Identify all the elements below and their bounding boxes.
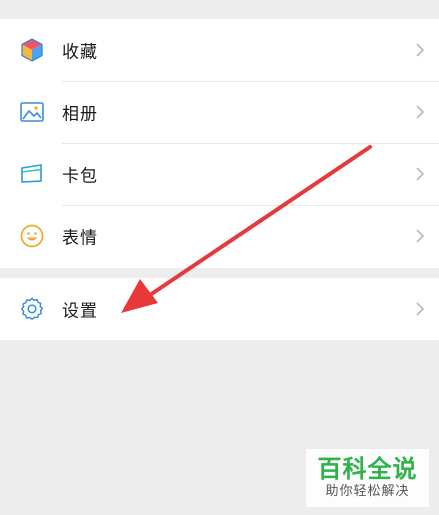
watermark-logo: 百科全说 助你轻松解决	[306, 449, 429, 507]
watermark-title: 百科全说	[317, 455, 418, 483]
annotation-arrow	[121, 145, 372, 313]
me-page: 收藏 相册 卡包 表情 设置 百科全说 助你轻松解决	[0, 0, 439, 515]
watermark-subtitle: 助你轻松解决	[325, 484, 410, 499]
